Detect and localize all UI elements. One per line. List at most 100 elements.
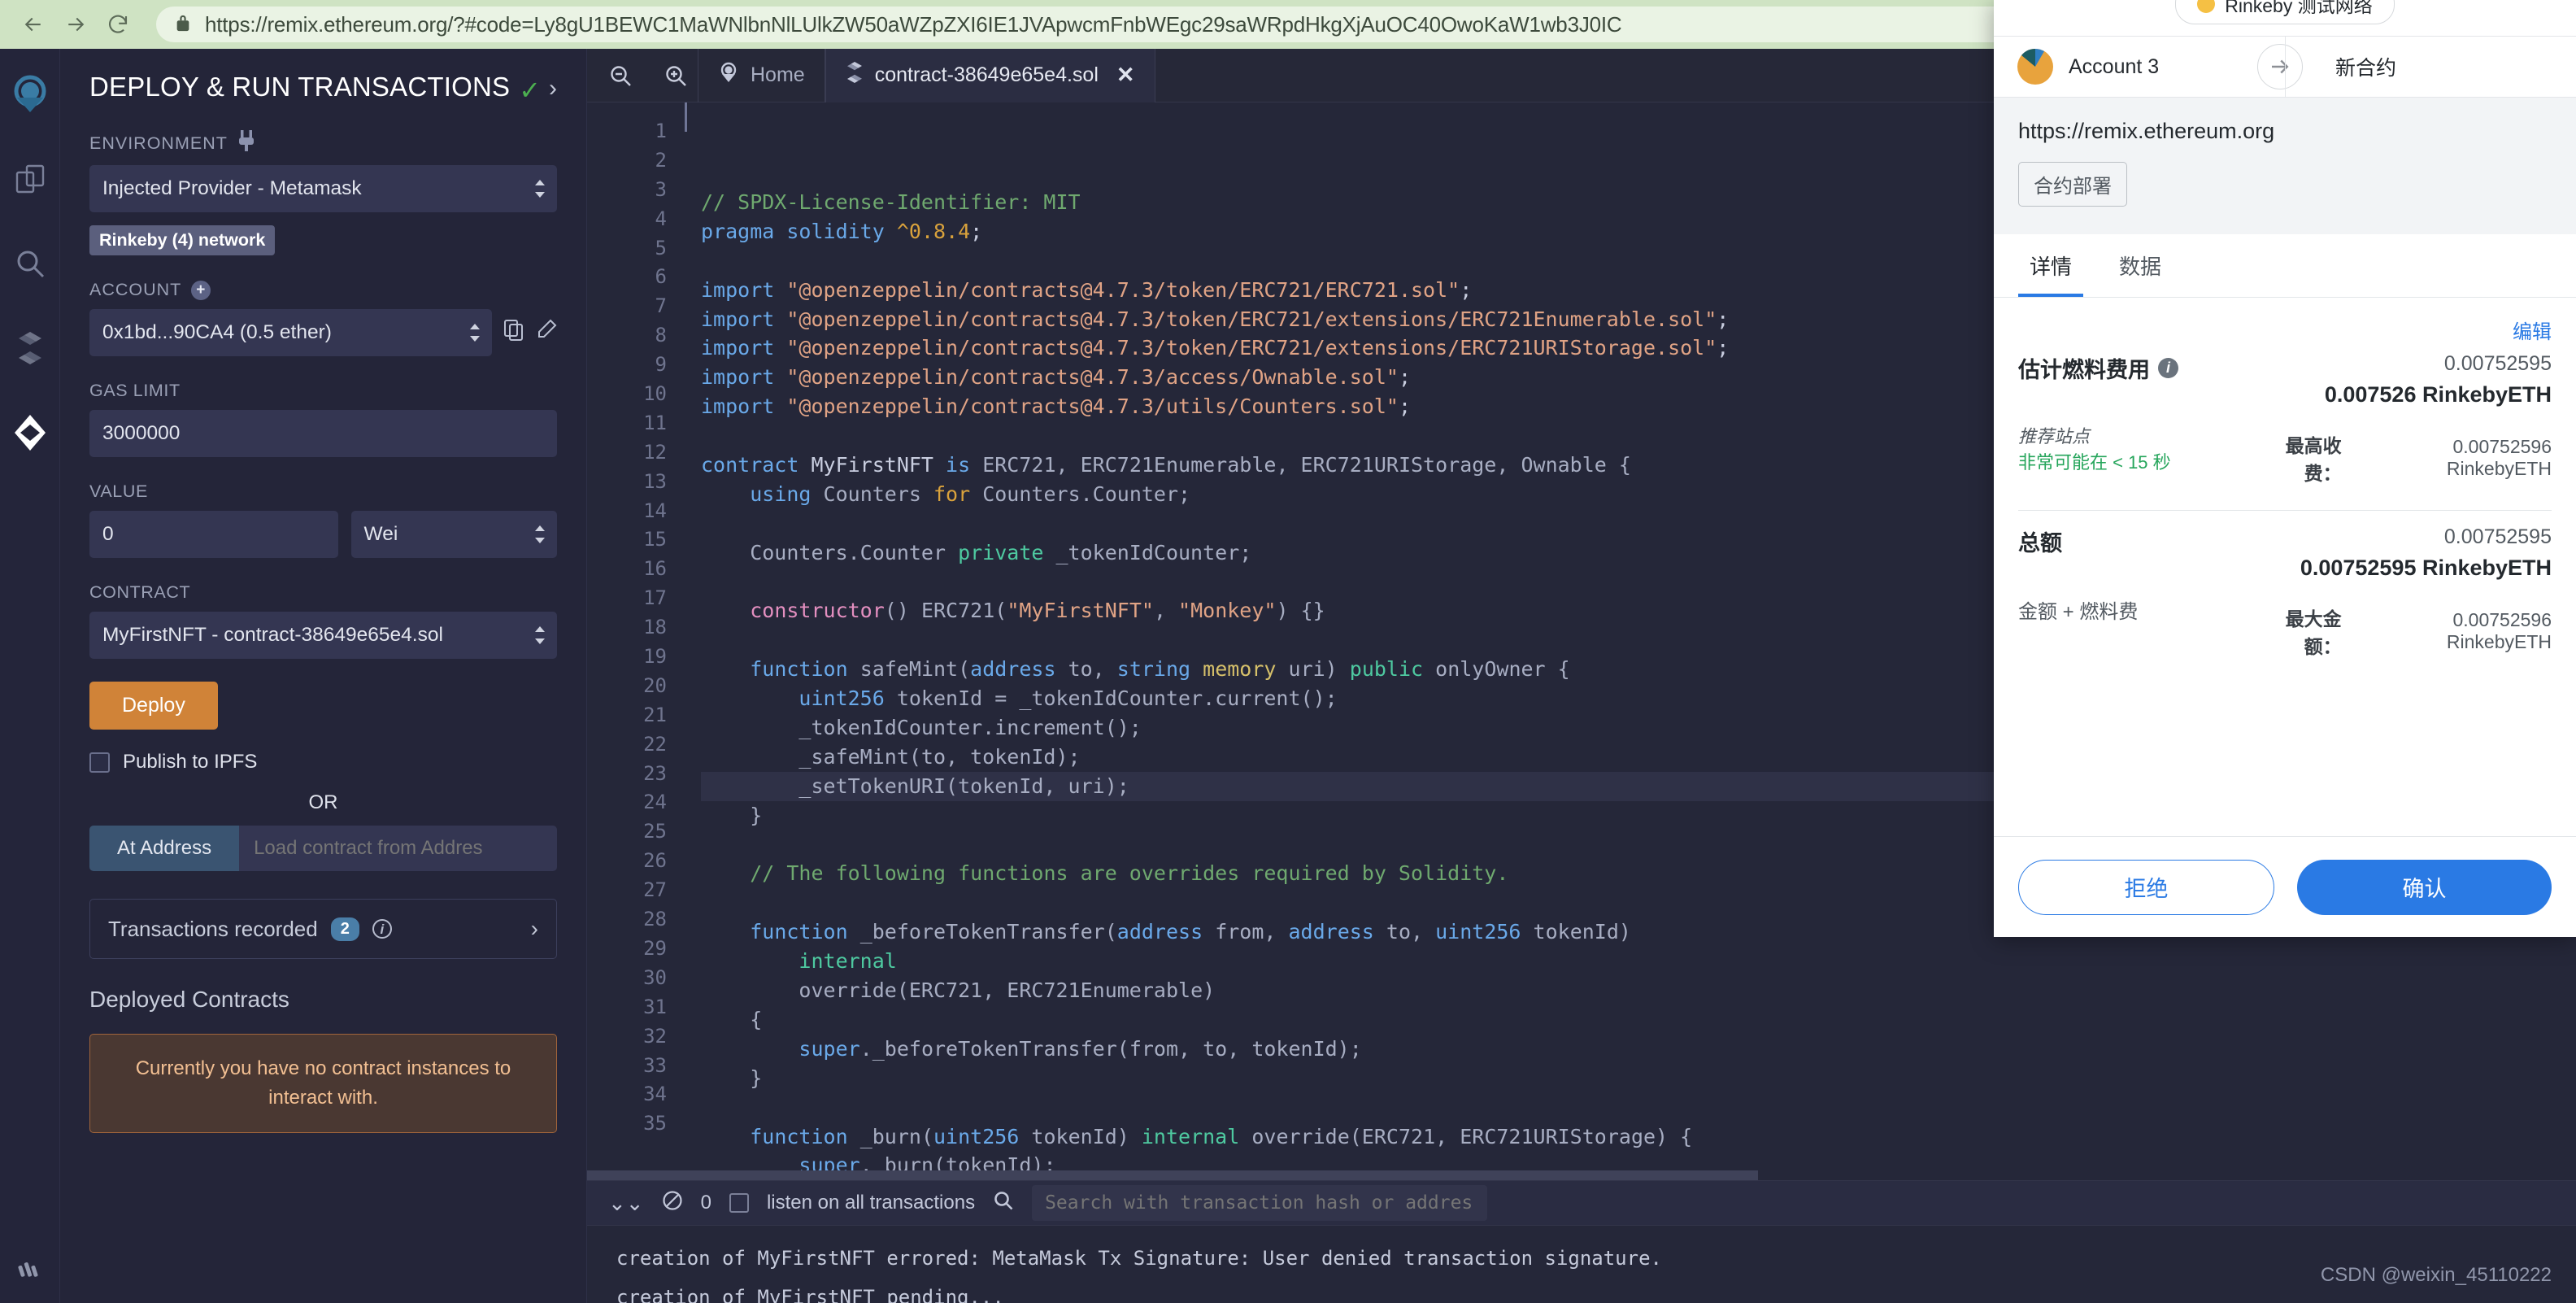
metamask-header: Account 3 新合约 (1994, 36, 2576, 98)
gas-fee-row: 估计燃料费用 i 0.00752595 0.007526 RinkebyETH (2018, 352, 2552, 412)
transactions-recorded-count: 2 (331, 917, 359, 941)
code-line (701, 1093, 2576, 1122)
publish-ipfs-row[interactable]: Publish to IPFS (89, 751, 557, 774)
tab-home-label: Home (751, 63, 805, 87)
line-number: 14 (587, 497, 667, 526)
copy-icon[interactable] (503, 319, 524, 347)
line-number: 20 (587, 672, 667, 701)
account-block[interactable]: Account 3 (1994, 48, 2257, 85)
total-row: 总额 0.00752595 0.00752595 RinkebyETH (2018, 525, 2552, 586)
no-entry-icon[interactable] (662, 1190, 683, 1217)
edit-gas-link[interactable]: 编辑 (2018, 298, 2552, 352)
publish-ipfs-label: Publish to IPFS (123, 751, 257, 774)
terminal-log-line: creation of MyFirstNFT pending... (587, 1278, 2576, 1303)
horizontal-scrollbar[interactable] (587, 1170, 2576, 1180)
total-max-right: 最大金额： 0.00752596 RinkebyETH (2254, 595, 2552, 659)
tab-home[interactable]: Home (698, 49, 825, 102)
network-badge: Rinkeby (4) network (89, 225, 275, 255)
code-line: } (701, 1064, 2576, 1093)
reject-button[interactable]: 拒绝 (2018, 860, 2274, 915)
gas-limit-label: GAS LIMIT (89, 381, 557, 401)
chevron-updown-icon (533, 524, 547, 545)
network-selector[interactable]: Rinkeby 测试网络 (2175, 0, 2394, 24)
metamask-network-row: Rinkeby 测试网络 (1994, 0, 2576, 36)
plus-circle-icon[interactable]: + (191, 281, 211, 300)
forward-arrow-icon[interactable] (57, 6, 94, 43)
chevron-double-down-icon[interactable]: ⌄⌄ (608, 1191, 644, 1216)
metamask-body: 编辑 估计燃料费用 i 0.00752595 0.007526 RinkebyE… (1994, 298, 2576, 664)
deployed-contracts-label: Deployed Contracts (89, 987, 557, 1013)
zoom-in-icon[interactable] (654, 54, 698, 98)
close-icon[interactable]: ✕ (1116, 63, 1135, 88)
line-number: 22 (587, 730, 667, 760)
chevron-right-icon[interactable]: › (549, 75, 557, 102)
tab-data[interactable]: 数据 (2108, 234, 2173, 297)
listen-all-checkbox[interactable] (729, 1193, 749, 1213)
gas-limit-input[interactable]: 3000000 (89, 410, 557, 457)
gas-fee-right: 0.00752595 0.007526 RinkebyETH (2254, 352, 2552, 407)
terminal-log-line: creation of MyFirstNFT errored: MetaMask… (587, 1239, 2576, 1278)
gas-fee-eth: 0.007526 RinkebyETH (2254, 382, 2552, 407)
deploy-button[interactable]: Deploy (89, 682, 218, 730)
transaction-target: 新合约 (2303, 52, 2576, 81)
plugin-manager-icon[interactable] (13, 1254, 49, 1290)
confirm-button[interactable]: 确认 (2297, 860, 2552, 915)
value-unit-select[interactable]: Wei (351, 511, 557, 558)
edit-icon[interactable] (536, 319, 557, 347)
back-arrow-icon[interactable] (15, 6, 52, 43)
contract-select[interactable]: MyFirstNFT - contract-38649e65e4.sol (89, 612, 557, 659)
solidity-compiler-icon[interactable] (7, 325, 53, 371)
code-indent-guide (685, 102, 687, 132)
account-select[interactable]: 0x1bd...90CA4 (0.5 ether) (89, 309, 492, 356)
zoom-out-icon[interactable] (598, 54, 642, 98)
line-number: 3 (587, 176, 667, 205)
chevron-updown-icon (468, 322, 482, 343)
line-number: 11 (587, 409, 667, 438)
value-input[interactable]: 0 (89, 511, 338, 558)
info-icon[interactable]: i (2158, 358, 2178, 378)
gas-fee-left: 估计燃料费用 i (2018, 352, 2254, 384)
origin-action-tag: 合约部署 (2018, 162, 2127, 207)
network-name: Rinkeby 测试网络 (2225, 0, 2372, 18)
line-number: 6 (587, 263, 667, 292)
line-number: 18 (587, 613, 667, 643)
line-number: 34 (587, 1080, 667, 1109)
header-divider (2285, 37, 2286, 97)
reload-icon[interactable] (99, 6, 137, 43)
total-block: 总额 0.00752595 0.00752595 RinkebyETH 金额 +… (2018, 511, 2552, 664)
tab-details[interactable]: 详情 (2018, 234, 2083, 297)
gas-speed-row: 推荐站点 非常可能在 < 15 秒 最高收费： 0.00752596 Rinke… (2018, 422, 2552, 490)
listen-all-label: listen on all transactions (767, 1192, 975, 1214)
transactions-recorded-label: Transactions recorded (108, 917, 318, 942)
metamask-footer: 拒绝 确认 (1994, 836, 2576, 937)
publish-ipfs-checkbox[interactable] (89, 752, 110, 773)
line-number: 5 (587, 234, 667, 264)
line-number: 27 (587, 876, 667, 905)
load-contract-input[interactable] (239, 826, 557, 871)
gas-max-right: 最高收费： 0.00752596 RinkebyETH (2254, 422, 2552, 486)
activity-rail (0, 49, 60, 1303)
code-line: function _burn(uint256 tokenId) internal… (701, 1122, 2576, 1152)
info-icon[interactable]: i (372, 919, 392, 939)
search-icon[interactable] (7, 241, 53, 286)
tab-contract-file[interactable]: contract-38649e65e4.sol ✕ (825, 49, 1155, 102)
page-title: DEPLOY & RUN TRANSACTIONS (89, 72, 519, 103)
transaction-search-input[interactable] (1032, 1185, 1487, 1221)
chevron-right-icon[interactable]: › (531, 916, 538, 942)
line-number: 9 (587, 351, 667, 380)
environment-select[interactable]: Injected Provider - Metamask (89, 165, 557, 212)
chevron-updown-icon (533, 625, 547, 646)
line-number: 16 (587, 555, 667, 584)
metamask-confirm-popup: Rinkeby 测试网络 Account 3 新合约 h (1994, 0, 2576, 937)
deploy-run-icon[interactable] (7, 410, 53, 455)
code-line: super._beforeTokenTransfer(from, to, tok… (701, 1035, 2576, 1064)
transactions-recorded-row[interactable]: Transactions recorded 2 i › (89, 899, 557, 959)
at-address-group: At Address (89, 826, 557, 871)
at-address-button[interactable]: At Address (89, 826, 239, 871)
file-explorer-icon[interactable] (7, 156, 53, 202)
remix-home-icon[interactable] (7, 72, 53, 117)
line-number: 26 (587, 847, 667, 876)
line-number: 32 (587, 1022, 667, 1052)
search-icon[interactable] (993, 1190, 1014, 1217)
line-number: 35 (587, 1109, 667, 1139)
